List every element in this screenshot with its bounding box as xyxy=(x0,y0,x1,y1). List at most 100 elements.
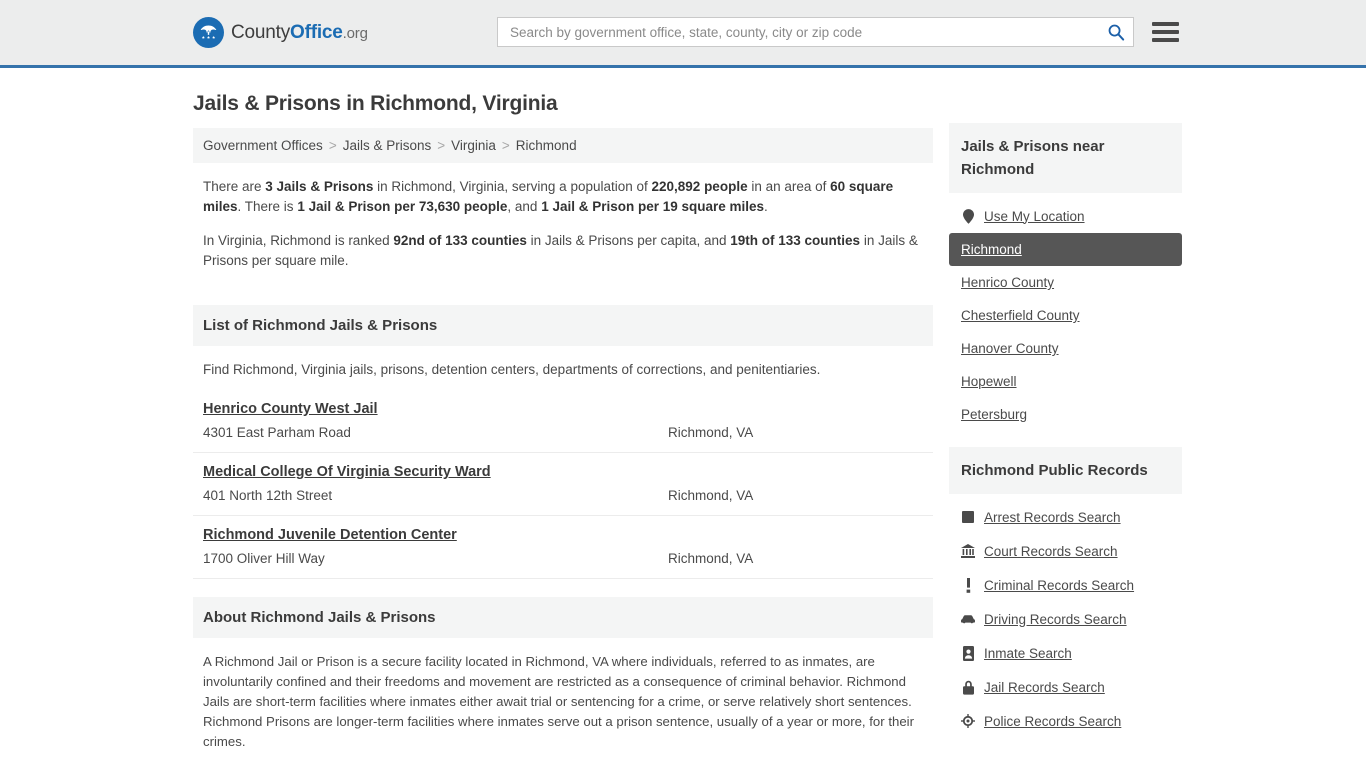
breadcrumb-item-richmond: Richmond xyxy=(515,138,577,153)
about-paragraph: A Richmond Jail or Prison is a secure fa… xyxy=(203,654,914,749)
sidebar-item-label: Petersburg xyxy=(961,407,1028,422)
intro-text: . There is xyxy=(237,199,298,214)
id-badge-icon xyxy=(961,645,975,661)
logo-text-county: County xyxy=(231,21,291,43)
header-search-area xyxy=(497,17,1179,47)
hamburger-menu-icon[interactable] xyxy=(1152,22,1179,42)
intro-stat-per-people: 1 Jail & Prison per 73,630 people xyxy=(297,199,508,214)
listing-detail-row: 401 North 12th Street Richmond, VA xyxy=(203,488,923,503)
sidebar-item-label: Driving Records Search xyxy=(984,611,1127,627)
sidebar-item-criminal-records-search[interactable]: Criminal Records Search xyxy=(949,568,1182,602)
sidebar-item-label: Use My Location xyxy=(984,208,1085,224)
fingerprint-square-icon xyxy=(961,509,975,525)
intro-stat-count: 3 Jails & Prisons xyxy=(265,179,374,194)
intro-text: in Jails & Prisons per capita, and xyxy=(526,233,731,248)
search-input[interactable] xyxy=(508,23,1107,41)
sidebar: Jails & Prisons near Richmond Use My Loc… xyxy=(949,68,1182,768)
intro-stats: There are 3 Jails & Prisons in Richmond,… xyxy=(193,163,933,287)
intro-rank-per-capita: 92nd of 133 counties xyxy=(393,233,527,248)
sidebar-item-label: Hanover County xyxy=(961,341,1059,356)
sidebar-item-richmond[interactable]: Richmond xyxy=(949,233,1182,266)
sidebar-public-records-list: Arrest Records Search Court Records Sear… xyxy=(949,494,1182,738)
hamburger-bar xyxy=(1152,30,1179,34)
about-section-body: A Richmond Jail or Prison is a secure fa… xyxy=(193,638,933,768)
search-icon[interactable] xyxy=(1107,23,1125,41)
listing-name-link[interactable]: Richmond Juvenile Detention Center xyxy=(203,527,457,543)
sidebar-item-label: Jail Records Search xyxy=(984,679,1105,695)
sidebar-item-inmate-search[interactable]: Inmate Search xyxy=(949,636,1182,670)
sidebar-item-chesterfield-county[interactable]: Chesterfield County xyxy=(949,299,1182,332)
sidebar-item-arrest-records-search[interactable]: Arrest Records Search xyxy=(949,500,1182,534)
breadcrumb-item-jails-prisons[interactable]: Jails & Prisons xyxy=(343,138,432,153)
intro-text: in Richmond, Virginia, serving a populat… xyxy=(373,179,652,194)
listing-name-link[interactable]: Medical College Of Virginia Security War… xyxy=(203,464,491,480)
breadcrumb-item-government-offices[interactable]: Government Offices xyxy=(203,138,323,153)
main-content-column: Jails & Prisons in Richmond, Virginia Go… xyxy=(193,68,933,768)
logo-text: CountyOffice.org xyxy=(231,22,368,44)
sidebar-item-label: Chesterfield County xyxy=(961,308,1080,323)
sidebar-item-label: Hopewell xyxy=(961,374,1017,389)
breadcrumb-separator: > xyxy=(501,138,510,153)
intro-text: , and xyxy=(507,199,542,214)
sidebar-item-driving-records-search[interactable]: Driving Records Search xyxy=(949,602,1182,636)
sidebar-item-hopewell[interactable]: Hopewell xyxy=(949,365,1182,398)
car-icon xyxy=(961,611,975,627)
intro-rank-per-sq-mile: 19th of 133 counties xyxy=(730,233,861,248)
listing-name-link[interactable]: Henrico County West Jail xyxy=(203,401,378,417)
listing-city-state: Richmond, VA xyxy=(668,551,754,566)
sidebar-item-label: Criminal Records Search xyxy=(984,577,1135,593)
page-title: Jails & Prisons in Richmond, Virginia xyxy=(193,92,558,115)
listing-detail-row: 1700 Oliver Hill Way Richmond, VA xyxy=(203,551,923,566)
listing-address: 1700 Oliver Hill Way xyxy=(203,551,325,566)
intro-paragraph-2: In Virginia, Richmond is ranked 92nd of … xyxy=(203,231,923,271)
about-section-heading: About Richmond Jails & Prisons xyxy=(193,597,933,638)
list-section-subtext: Find Richmond, Virginia jails, prisons, … xyxy=(203,362,821,377)
sidebar-item-henrico-county[interactable]: Henrico County xyxy=(949,266,1182,299)
breadcrumb-item-virginia[interactable]: Virginia xyxy=(451,138,496,153)
courthouse-icon xyxy=(961,543,975,559)
intro-text: There are xyxy=(203,179,266,194)
logo-text-org: .org xyxy=(342,24,368,42)
sidebar-item-label: Henrico County xyxy=(961,275,1055,290)
sidebar-item-label: Inmate Search xyxy=(984,645,1072,661)
search-box[interactable] xyxy=(497,17,1134,47)
sidebar-nearby-list: Use My Location Richmond Henrico County … xyxy=(949,193,1182,431)
list-section-heading: List of Richmond Jails & Prisons xyxy=(193,305,933,346)
sidebar-nearby-heading: Jails & Prisons near Richmond xyxy=(949,123,1182,193)
intro-paragraph-1: There are 3 Jails & Prisons in Richmond,… xyxy=(203,177,923,217)
sidebar-item-court-records-search[interactable]: Court Records Search xyxy=(949,534,1182,568)
sidebar-item-petersburg[interactable]: Petersburg xyxy=(949,398,1182,431)
sidebar-item-label: Court Records Search xyxy=(984,543,1118,559)
listing-city-state: Richmond, VA xyxy=(668,488,754,503)
hamburger-bar xyxy=(1152,22,1179,26)
list-item[interactable]: Medical College Of Virginia Security War… xyxy=(193,453,933,516)
listing-address: 4301 East Parham Road xyxy=(203,425,351,440)
lock-icon xyxy=(961,679,975,695)
eagle-shield-logo-icon xyxy=(193,17,224,48)
sidebar-item-label: Arrest Records Search xyxy=(984,509,1121,525)
listing-city-state: Richmond, VA xyxy=(668,425,754,440)
intro-text: In Virginia, Richmond is ranked xyxy=(203,233,394,248)
sidebar-item-label: Police Records Search xyxy=(984,713,1122,729)
sidebar-public-records-heading: Richmond Public Records xyxy=(949,447,1182,494)
list-item[interactable]: Richmond Juvenile Detention Center 1700 … xyxy=(193,516,933,579)
sidebar-item-use-my-location[interactable]: Use My Location xyxy=(949,199,1182,233)
intro-stat-per-area: 1 Jail & Prison per 19 square miles xyxy=(541,199,765,214)
sidebar-item-jail-records-search[interactable]: Jail Records Search xyxy=(949,670,1182,704)
listing-address: 401 North 12th Street xyxy=(203,488,333,503)
hamburger-bar xyxy=(1152,38,1179,42)
site-logo[interactable]: CountyOffice.org xyxy=(193,17,368,48)
map-pin-icon xyxy=(961,208,975,224)
intro-stat-population: 220,892 people xyxy=(651,179,748,194)
sidebar-item-hanover-county[interactable]: Hanover County xyxy=(949,332,1182,365)
site-header: CountyOffice.org xyxy=(0,0,1366,68)
intro-text: . xyxy=(764,199,768,214)
logo-text-office: Office xyxy=(290,21,343,43)
exclamation-icon xyxy=(961,577,975,593)
list-item[interactable]: Henrico County West Jail 4301 East Parha… xyxy=(193,390,933,453)
breadcrumb: Government Offices > Jails & Prisons > V… xyxy=(193,128,933,163)
listing-detail-row: 4301 East Parham Road Richmond, VA xyxy=(203,425,923,440)
sidebar-item-police-records-search[interactable]: Police Records Search xyxy=(949,704,1182,738)
page-body: Jails & Prisons in Richmond, Virginia Go… xyxy=(0,68,1366,768)
police-badge-icon xyxy=(961,713,975,729)
